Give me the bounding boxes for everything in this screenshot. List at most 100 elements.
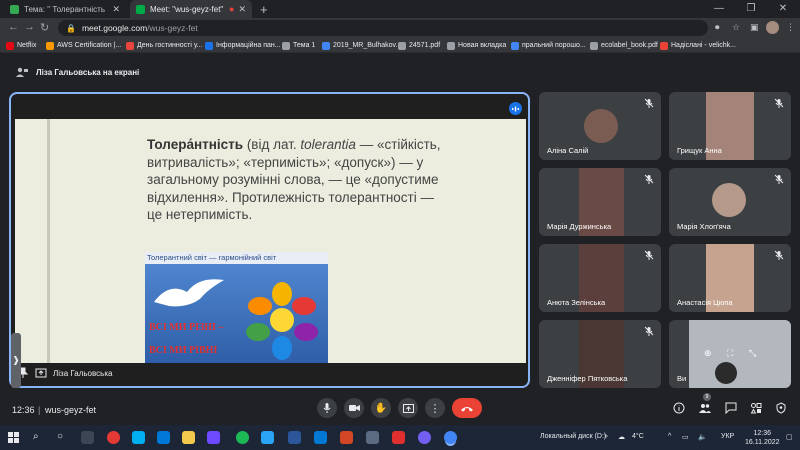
side-panel-handle[interactable]: ❱ — [11, 333, 21, 388]
people-icon[interactable] — [699, 402, 711, 414]
language-indicator[interactable]: УКР — [721, 433, 734, 440]
reload-icon[interactable]: ↻ — [40, 21, 49, 34]
more-vert-icon: ⋮ — [429, 402, 441, 415]
notifications-icon[interactable]: ▢ — [786, 433, 793, 441]
mail-icon[interactable] — [314, 431, 327, 444]
close-tab-icon[interactable]: ✕ — [238, 4, 246, 15]
globe-icon — [447, 41, 455, 50]
participant-tile[interactable]: Аліна Салій — [539, 92, 661, 160]
spotify-icon[interactable] — [236, 431, 249, 444]
bookmark-24571[interactable]: 24571.pdf — [398, 40, 440, 51]
bookmark-bulhakov[interactable]: 2019_MR_Bulhakov... — [322, 40, 401, 51]
telegram-icon[interactable] — [261, 431, 274, 444]
bookmark-topic1[interactable]: Тема 1 — [282, 40, 315, 51]
meeting-code: wus-geyz-fet — [45, 405, 97, 415]
close-tab-icon[interactable]: ✕ — [112, 4, 120, 15]
bookmarks-bar: Netflix AWS Certification |... День гост… — [0, 38, 800, 53]
temperature[interactable]: 4°C — [632, 433, 644, 440]
tray-up-icon[interactable]: ^ — [668, 433, 671, 440]
pin-tile-icon[interactable]: ⊕ — [704, 348, 712, 359]
present-button[interactable] — [398, 398, 418, 418]
tab-tolerance[interactable]: Тема: " Толерантність :Ми- різні ✕ — [4, 0, 126, 18]
bookmark-new-tab[interactable]: Новая вкладка — [447, 40, 506, 51]
present-icon — [402, 403, 414, 413]
microphone-button[interactable] — [317, 398, 337, 418]
minimize-tile-icon[interactable]: ⤡ — [749, 348, 756, 359]
disk-label[interactable]: Локальный диск (D:) — [540, 433, 606, 440]
chat-icon[interactable] — [725, 402, 737, 414]
tab-meet[interactable]: Meet: "wus-geyz-fet" ● ✕ — [130, 0, 252, 18]
skype-icon[interactable] — [132, 431, 145, 444]
expand-tray-icon[interactable]: » — [604, 433, 608, 440]
slide-latin: tolerantia — [300, 137, 356, 152]
participant-tile[interactable]: Марія Хлоп'яча — [669, 168, 791, 236]
camera-app-icon[interactable] — [366, 431, 379, 444]
app-icon[interactable] — [207, 431, 220, 444]
chrome-taskbar-icon[interactable] — [444, 431, 457, 444]
activities-icon[interactable] — [750, 402, 762, 414]
participant-tile[interactable]: Грищук Анна — [669, 92, 791, 160]
minimize-button[interactable]: — — [703, 0, 735, 18]
lock-icon[interactable]: 🔒 — [66, 24, 76, 33]
back-icon[interactable]: ← — [8, 21, 19, 33]
opera-icon[interactable] — [107, 431, 120, 444]
maximize-button[interactable]: ❐ — [735, 0, 767, 18]
bookmark-ecolabel[interactable]: ecolabel_book.pdf — [590, 40, 658, 51]
camera-permission-icon[interactable]: ⏺ — [715, 22, 720, 33]
address-bar[interactable]: 🔒 meet.google.com /wus-geyz-fet — [58, 20, 708, 36]
volume-icon[interactable]: 🔈 — [698, 433, 707, 441]
search-icon[interactable]: ⌕ — [33, 431, 46, 444]
system-clock[interactable]: 12:36 16.11.2022 — [745, 429, 780, 447]
forward-icon[interactable]: → — [24, 21, 35, 33]
viber-icon[interactable] — [418, 431, 431, 444]
profile-avatar[interactable] — [766, 21, 779, 34]
bookmark-star-icon[interactable]: ☆ — [732, 22, 740, 33]
host-controls-icon[interactable] — [775, 402, 787, 414]
slide-text-1: (від лат. — [243, 137, 301, 152]
task-view-icon[interactable] — [81, 431, 94, 444]
hand-icon: ✋ — [374, 402, 388, 414]
mic-off-icon — [644, 174, 654, 184]
raise-hand-button[interactable]: ✋ — [371, 398, 391, 418]
acrobat-icon[interactable] — [392, 431, 405, 444]
close-window-button[interactable]: ✕ — [767, 0, 799, 18]
picture-caption: Толерантний світ — гармонійний світ — [145, 252, 328, 264]
avatar — [712, 183, 746, 217]
participant-tile-self[interactable]: ⊕ ⛶ ⤡ Ви — [669, 320, 791, 388]
new-tab-button[interactable]: + — [260, 2, 268, 17]
network-icon[interactable]: ▭ — [682, 433, 689, 441]
more-options-button[interactable]: ⋮ — [425, 398, 445, 418]
file-explorer-icon[interactable] — [182, 431, 195, 444]
picture-slogan-2: ВСІ МИ РІВНІ — [149, 345, 218, 356]
hang-up-icon — [461, 406, 473, 411]
bookmark-label: Netflix — [17, 42, 37, 49]
powerpoint-icon[interactable] — [340, 431, 353, 444]
menu-dots-icon[interactable]: ⋮ — [786, 22, 795, 33]
bookmark-hospitality[interactable]: День гостинності у... — [126, 40, 202, 51]
flower-diagram-icon — [246, 282, 318, 360]
end-call-button[interactable] — [452, 398, 482, 418]
camera-button[interactable] — [344, 398, 364, 418]
participant-tile[interactable]: Анастасія Цюпа — [669, 244, 791, 312]
browser-tab-bar: Тема: " Толерантність :Ми- різні ✕ Meet:… — [0, 0, 800, 18]
participant-tile[interactable]: Марія Дуржинська — [539, 168, 661, 236]
fullscreen-icon[interactable]: ⛶ — [727, 348, 733, 359]
bookmark-gmail-sent[interactable]: Надіслані - velichk... — [660, 40, 736, 51]
presenting-banner: Ліза Гальовська на екрані — [16, 65, 139, 79]
word-icon[interactable] — [288, 431, 301, 444]
windows-start-icon[interactable] — [8, 432, 19, 443]
meet-app: Ліза Гальовська на екрані Толера́нтність… — [0, 53, 800, 425]
bookmark-info-panel[interactable]: Інформаційна пан... — [205, 40, 281, 51]
weather-icon[interactable]: ☁ — [618, 433, 625, 441]
bookmark-detergent[interactable]: пральний порошо... — [511, 40, 586, 51]
cortana-icon[interactable]: ○ — [57, 431, 70, 444]
photos-icon[interactable] — [157, 431, 170, 444]
info-icon[interactable] — [673, 402, 685, 414]
bookmark-aws[interactable]: AWS Certification |... — [46, 40, 121, 51]
extension-icon[interactable]: ▣ — [750, 22, 759, 33]
presentation-tile[interactable]: Толера́нтність (від лат. tolerantia — «с… — [9, 92, 530, 388]
bookmark-label: Надіслані - velichk... — [671, 42, 736, 49]
participant-tile[interactable]: Анюта Зелінська — [539, 244, 661, 312]
participant-tile[interactable]: Дженніфер Пятковська — [539, 320, 661, 388]
bookmark-netflix[interactable]: Netflix — [6, 40, 36, 51]
